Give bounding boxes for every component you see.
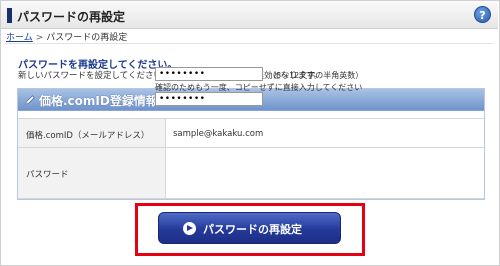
panel-title: 価格.comID登録情報 <box>39 94 158 108</box>
title-accent-bar <box>7 8 12 23</box>
pencil-icon <box>25 95 35 105</box>
password-input[interactable]: •••••••• <box>155 67 263 81</box>
reset-password-button-label: パスワードの再設定 <box>203 223 302 236</box>
id-label: 価格.comID（メールアドレス） <box>26 131 150 141</box>
password-label-cell: パスワード <box>18 148 166 198</box>
breadcrumb-home-link[interactable]: ホーム <box>6 33 33 43</box>
title-bar: パスワードの再設定 ? <box>1 1 498 29</box>
password-row: パスワード <box>18 148 484 199</box>
id-row: 価格.comID（メールアドレス） sample@kakaku.com <box>18 118 484 148</box>
page-title: パスワードの再設定 <box>17 10 126 24</box>
breadcrumb-divider <box>5 43 493 44</box>
password-confirm-input[interactable]: •••••••• <box>155 92 263 106</box>
breadcrumb-separator: > <box>35 33 44 43</box>
password-hint: （8～12文字の半角英数） <box>268 71 364 80</box>
reset-password-button[interactable]: パスワードの再設定 <box>158 212 341 244</box>
id-value: sample@kakaku.com <box>173 129 264 139</box>
breadcrumb: ホーム > パスワードの再設定 <box>6 30 127 43</box>
breadcrumb-current: パスワードの再設定 <box>46 33 128 43</box>
play-icon <box>183 222 196 235</box>
password-label: パスワード <box>26 170 69 180</box>
help-icon[interactable]: ? <box>474 6 491 23</box>
id-label-cell: 価格.comID（メールアドレス） <box>18 119 166 147</box>
